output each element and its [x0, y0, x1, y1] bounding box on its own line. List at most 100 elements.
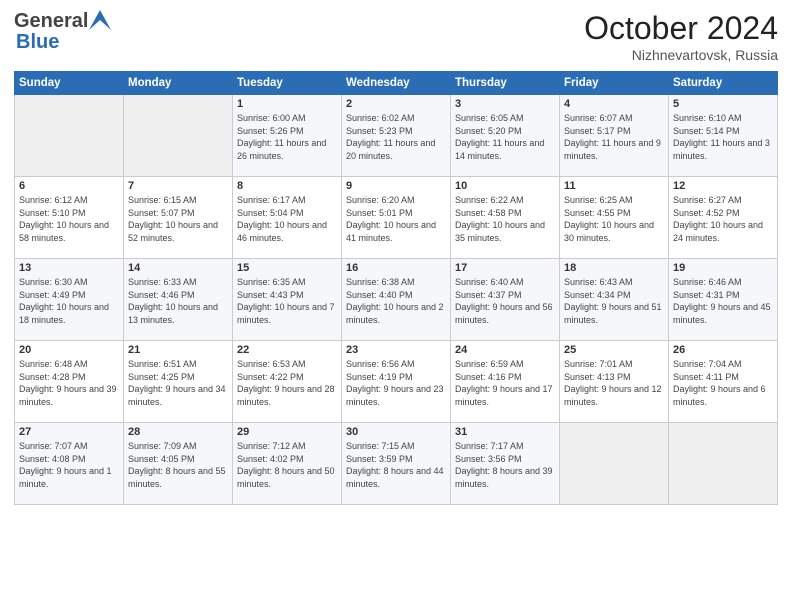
day-info: Sunrise: 6:10 AMSunset: 5:14 PMDaylight:…	[673, 112, 773, 162]
day-number: 9	[346, 180, 446, 192]
day-number: 8	[237, 180, 337, 192]
day-number: 16	[346, 262, 446, 274]
day-number: 7	[128, 180, 228, 192]
day-number: 31	[455, 426, 555, 438]
day-info: Sunrise: 6:27 AMSunset: 4:52 PMDaylight:…	[673, 194, 773, 244]
day-info: Sunrise: 6:43 AMSunset: 4:34 PMDaylight:…	[564, 276, 664, 326]
day-info: Sunrise: 6:05 AMSunset: 5:20 PMDaylight:…	[455, 112, 555, 162]
calendar-cell: 4 Sunrise: 6:07 AMSunset: 5:17 PMDaylight…	[560, 95, 669, 177]
day-info: Sunrise: 6:07 AMSunset: 5:17 PMDaylight:…	[564, 112, 664, 162]
day-info: Sunrise: 6:00 AMSunset: 5:26 PMDaylight:…	[237, 112, 337, 162]
day-info: Sunrise: 7:09 AMSunset: 4:05 PMDaylight:…	[128, 440, 228, 490]
day-number: 14	[128, 262, 228, 274]
calendar-cell: 30 Sunrise: 7:15 AMSunset: 3:59 PMDayligh…	[342, 423, 451, 505]
dow-header-friday: Friday	[560, 72, 669, 95]
calendar-cell: 17 Sunrise: 6:40 AMSunset: 4:37 PMDayligh…	[451, 259, 560, 341]
day-info: Sunrise: 6:25 AMSunset: 4:55 PMDaylight:…	[564, 194, 664, 244]
day-number: 11	[564, 180, 664, 192]
day-info: Sunrise: 6:12 AMSunset: 5:10 PMDaylight:…	[19, 194, 119, 244]
day-number: 23	[346, 344, 446, 356]
day-number: 21	[128, 344, 228, 356]
dow-header-sunday: Sunday	[15, 72, 124, 95]
calendar-cell: 11 Sunrise: 6:25 AMSunset: 4:55 PMDayligh…	[560, 177, 669, 259]
calendar-cell: 6 Sunrise: 6:12 AMSunset: 5:10 PMDaylight…	[15, 177, 124, 259]
calendar-location: Nizhnevartovsk, Russia	[584, 47, 778, 63]
day-number: 17	[455, 262, 555, 274]
day-number: 13	[19, 262, 119, 274]
day-number: 2	[346, 98, 446, 110]
calendar-title: October 2024	[584, 10, 778, 47]
day-number: 4	[564, 98, 664, 110]
calendar-cell: 27 Sunrise: 7:07 AMSunset: 4:08 PMDayligh…	[15, 423, 124, 505]
day-info: Sunrise: 7:07 AMSunset: 4:08 PMDaylight:…	[19, 440, 119, 490]
day-number: 6	[19, 180, 119, 192]
day-info: Sunrise: 6:22 AMSunset: 4:58 PMDaylight:…	[455, 194, 555, 244]
day-info: Sunrise: 6:20 AMSunset: 5:01 PMDaylight:…	[346, 194, 446, 244]
day-info: Sunrise: 6:33 AMSunset: 4:46 PMDaylight:…	[128, 276, 228, 326]
day-number: 12	[673, 180, 773, 192]
calendar-cell: 3 Sunrise: 6:05 AMSunset: 5:20 PMDaylight…	[451, 95, 560, 177]
day-info: Sunrise: 6:17 AMSunset: 5:04 PMDaylight:…	[237, 194, 337, 244]
calendar-cell	[669, 423, 778, 505]
day-info: Sunrise: 7:04 AMSunset: 4:11 PMDaylight:…	[673, 358, 773, 408]
day-info: Sunrise: 6:59 AMSunset: 4:16 PMDaylight:…	[455, 358, 555, 408]
day-number: 24	[455, 344, 555, 356]
calendar-cell: 19 Sunrise: 6:46 AMSunset: 4:31 PMDayligh…	[669, 259, 778, 341]
day-number: 3	[455, 98, 555, 110]
day-number: 15	[237, 262, 337, 274]
dow-header-wednesday: Wednesday	[342, 72, 451, 95]
day-number: 26	[673, 344, 773, 356]
calendar-cell: 15 Sunrise: 6:35 AMSunset: 4:43 PMDayligh…	[233, 259, 342, 341]
calendar-cell: 22 Sunrise: 6:53 AMSunset: 4:22 PMDayligh…	[233, 341, 342, 423]
day-number: 25	[564, 344, 664, 356]
day-info: Sunrise: 6:53 AMSunset: 4:22 PMDaylight:…	[237, 358, 337, 408]
dow-header-thursday: Thursday	[451, 72, 560, 95]
calendar-cell	[124, 95, 233, 177]
day-info: Sunrise: 6:38 AMSunset: 4:40 PMDaylight:…	[346, 276, 446, 326]
calendar-cell: 14 Sunrise: 6:33 AMSunset: 4:46 PMDayligh…	[124, 259, 233, 341]
day-info: Sunrise: 6:35 AMSunset: 4:43 PMDaylight:…	[237, 276, 337, 326]
day-info: Sunrise: 7:12 AMSunset: 4:02 PMDaylight:…	[237, 440, 337, 490]
day-number: 19	[673, 262, 773, 274]
calendar-table: SundayMondayTuesdayWednesdayThursdayFrid…	[14, 71, 778, 505]
day-info: Sunrise: 7:15 AMSunset: 3:59 PMDaylight:…	[346, 440, 446, 490]
calendar-cell: 9 Sunrise: 6:20 AMSunset: 5:01 PMDaylight…	[342, 177, 451, 259]
calendar-cell: 12 Sunrise: 6:27 AMSunset: 4:52 PMDayligh…	[669, 177, 778, 259]
day-info: Sunrise: 6:30 AMSunset: 4:49 PMDaylight:…	[19, 276, 119, 326]
calendar-cell: 7 Sunrise: 6:15 AMSunset: 5:07 PMDaylight…	[124, 177, 233, 259]
day-info: Sunrise: 6:15 AMSunset: 5:07 PMDaylight:…	[128, 194, 228, 244]
calendar-cell: 16 Sunrise: 6:38 AMSunset: 4:40 PMDayligh…	[342, 259, 451, 341]
calendar-cell: 1 Sunrise: 6:00 AMSunset: 5:26 PMDaylight…	[233, 95, 342, 177]
day-info: Sunrise: 6:48 AMSunset: 4:28 PMDaylight:…	[19, 358, 119, 408]
day-number: 29	[237, 426, 337, 438]
day-info: Sunrise: 6:46 AMSunset: 4:31 PMDaylight:…	[673, 276, 773, 326]
calendar-cell: 26 Sunrise: 7:04 AMSunset: 4:11 PMDayligh…	[669, 341, 778, 423]
logo: General Blue	[14, 10, 111, 54]
calendar-cell: 25 Sunrise: 7:01 AMSunset: 4:13 PMDayligh…	[560, 341, 669, 423]
day-info: Sunrise: 7:17 AMSunset: 3:56 PMDaylight:…	[455, 440, 555, 490]
logo-blue-text: Blue	[16, 31, 59, 54]
calendar-cell: 8 Sunrise: 6:17 AMSunset: 5:04 PMDaylight…	[233, 177, 342, 259]
day-number: 5	[673, 98, 773, 110]
day-number: 20	[19, 344, 119, 356]
dow-header-monday: Monday	[124, 72, 233, 95]
day-info: Sunrise: 6:40 AMSunset: 4:37 PMDaylight:…	[455, 276, 555, 326]
day-number: 1	[237, 98, 337, 110]
calendar-cell: 2Sunrise: 6:02 AMSunset: 5:23 PMDaylight…	[342, 95, 451, 177]
calendar-cell: 10 Sunrise: 6:22 AMSunset: 4:58 PMDayligh…	[451, 177, 560, 259]
calendar-cell: 13 Sunrise: 6:30 AMSunset: 4:49 PMDayligh…	[15, 259, 124, 341]
calendar-cell	[15, 95, 124, 177]
day-info: Sunrise: 7:01 AMSunset: 4:13 PMDaylight:…	[564, 358, 664, 408]
day-number: 22	[237, 344, 337, 356]
calendar-cell: 21Sunrise: 6:51 AMSunset: 4:25 PMDayligh…	[124, 341, 233, 423]
calendar-cell: 5 Sunrise: 6:10 AMSunset: 5:14 PMDaylight…	[669, 95, 778, 177]
logo-icon	[89, 10, 111, 30]
dow-header-tuesday: Tuesday	[233, 72, 342, 95]
day-number: 10	[455, 180, 555, 192]
day-number: 28	[128, 426, 228, 438]
calendar-cell: 20 Sunrise: 6:48 AMSunset: 4:28 PMDayligh…	[15, 341, 124, 423]
dow-header-saturday: Saturday	[669, 72, 778, 95]
title-area: October 2024 Nizhnevartovsk, Russia	[584, 10, 778, 63]
day-number: 27	[19, 426, 119, 438]
day-number: 30	[346, 426, 446, 438]
